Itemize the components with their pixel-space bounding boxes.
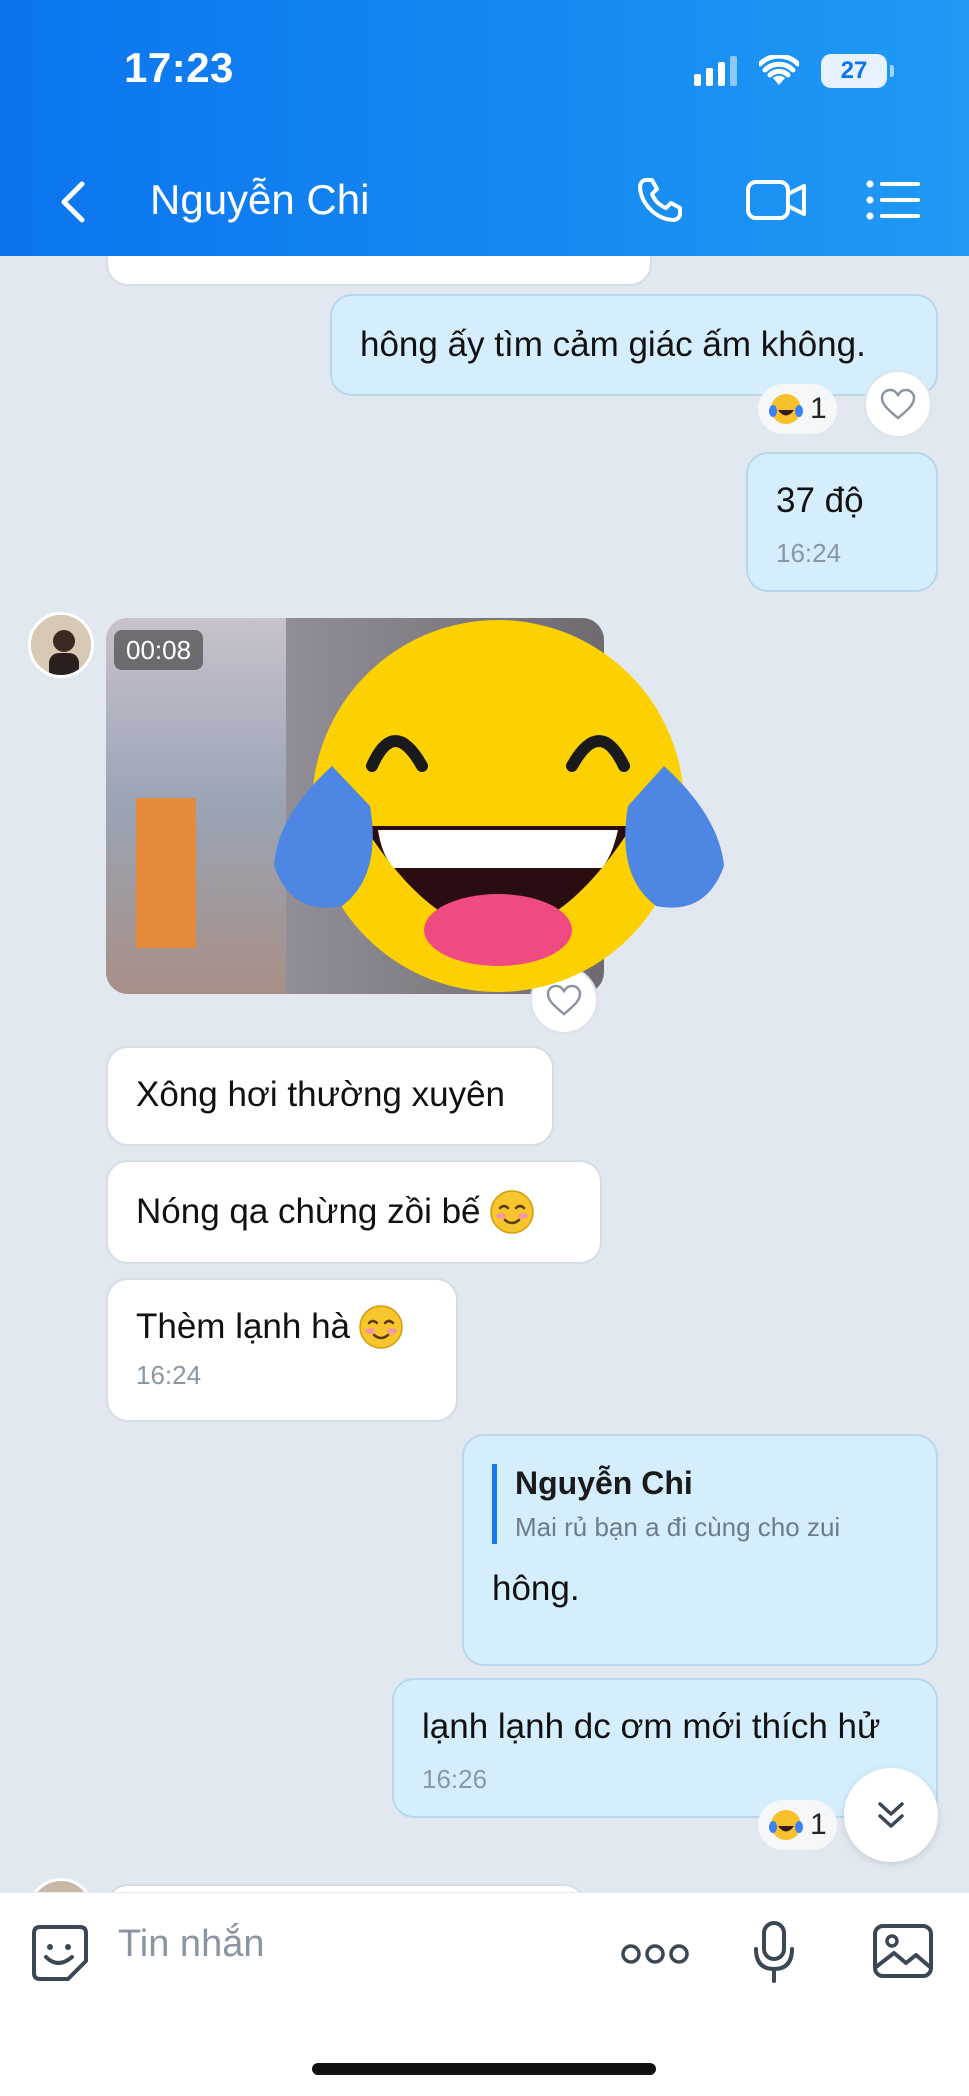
message-bubble-partial[interactable] xyxy=(106,1884,586,1892)
message-bubble-incoming[interactable]: Thèm lạnh hà 16:24 xyxy=(106,1278,458,1422)
battery-icon: 27 xyxy=(821,54,894,88)
reaction-badge[interactable]: 1 xyxy=(758,384,837,434)
message-bubble-outgoing[interactable]: 37 độ 16:24 xyxy=(746,452,938,592)
contact-name[interactable]: Nguyễn Chi xyxy=(150,176,369,224)
message-bubble-partial[interactable] xyxy=(106,256,652,286)
message-bubble-incoming[interactable]: Xông hơi thường xuyên xyxy=(106,1046,554,1146)
shy-smile-emoji xyxy=(359,1305,403,1349)
message-list[interactable]: hông ấy tìm cảm giác ấm không. 1 37 độ 1… xyxy=(0,256,969,1892)
quoted-message[interactable]: Nguyễn Chi Mai rủ bạn a đi cùng cho zui xyxy=(492,1464,908,1544)
reaction-count: 1 xyxy=(810,1808,827,1841)
sticker-icon[interactable] xyxy=(30,1923,90,1983)
chevron-double-down-icon[interactable] xyxy=(844,1768,938,1862)
microphone-icon[interactable] xyxy=(750,1919,798,1985)
more-dots-icon[interactable] xyxy=(620,1941,690,1967)
wifi-icon xyxy=(759,55,799,85)
reaction-count: 1 xyxy=(810,392,827,425)
chevron-left-icon[interactable] xyxy=(52,178,96,226)
message-text: lạnh lạnh dc ơm mới thích hử xyxy=(422,1707,881,1746)
image-icon[interactable] xyxy=(872,1923,934,1979)
top-header: 17:23 27 Nguyễn Chi xyxy=(0,0,969,256)
avatar[interactable] xyxy=(28,1878,94,1892)
laughing-tears-emoji xyxy=(769,394,803,424)
home-indicator xyxy=(312,2063,656,2075)
message-time: 16:26 xyxy=(422,1764,488,1794)
message-text: Nóng qa chừng zồi bế xyxy=(136,1192,481,1231)
message-time: 16:24 xyxy=(776,538,842,568)
message-bubble-reply[interactable]: Nguyễn Chi Mai rủ bạn a đi cùng cho zui … xyxy=(462,1434,938,1666)
laughing-tears-emoji xyxy=(274,620,724,992)
heart-icon[interactable] xyxy=(864,370,932,438)
message-text: Thèm lạnh hà xyxy=(136,1307,351,1346)
message-input[interactable]: Tin nhắn xyxy=(118,1923,264,1966)
status-time: 17:23 xyxy=(124,44,234,91)
phone-icon[interactable] xyxy=(632,172,696,228)
status-icons: 27 xyxy=(694,54,894,88)
list-icon[interactable] xyxy=(862,172,926,228)
quote-text: Mai rủ bạn a đi cùng cho zui xyxy=(515,1512,841,1543)
video-camera-icon[interactable] xyxy=(744,172,808,228)
reaction-badge[interactable]: 1 xyxy=(758,1800,837,1850)
laughing-tears-emoji xyxy=(769,1810,803,1840)
message-time: 16:24 xyxy=(136,1360,202,1390)
signal-icon xyxy=(694,56,737,86)
video-duration: 00:08 xyxy=(114,630,204,670)
message-text: Xông hơi thường xuyên xyxy=(136,1075,506,1114)
message-text: hông. xyxy=(492,1568,580,1608)
message-text: hông ấy tìm cảm giác ấm không. xyxy=(360,325,866,364)
quote-author: Nguyễn Chi xyxy=(515,1465,693,1501)
avatar[interactable] xyxy=(28,612,94,678)
message-text: 37 độ xyxy=(776,481,864,520)
shy-smile-emoji xyxy=(489,1190,534,1234)
message-bubble-outgoing[interactable]: hông ấy tìm cảm giác ấm không. xyxy=(330,294,938,396)
message-bubble-incoming[interactable]: Nóng qa chừng zồi bế xyxy=(106,1160,602,1264)
message-input-bar: Tin nhắn xyxy=(0,1892,969,2096)
